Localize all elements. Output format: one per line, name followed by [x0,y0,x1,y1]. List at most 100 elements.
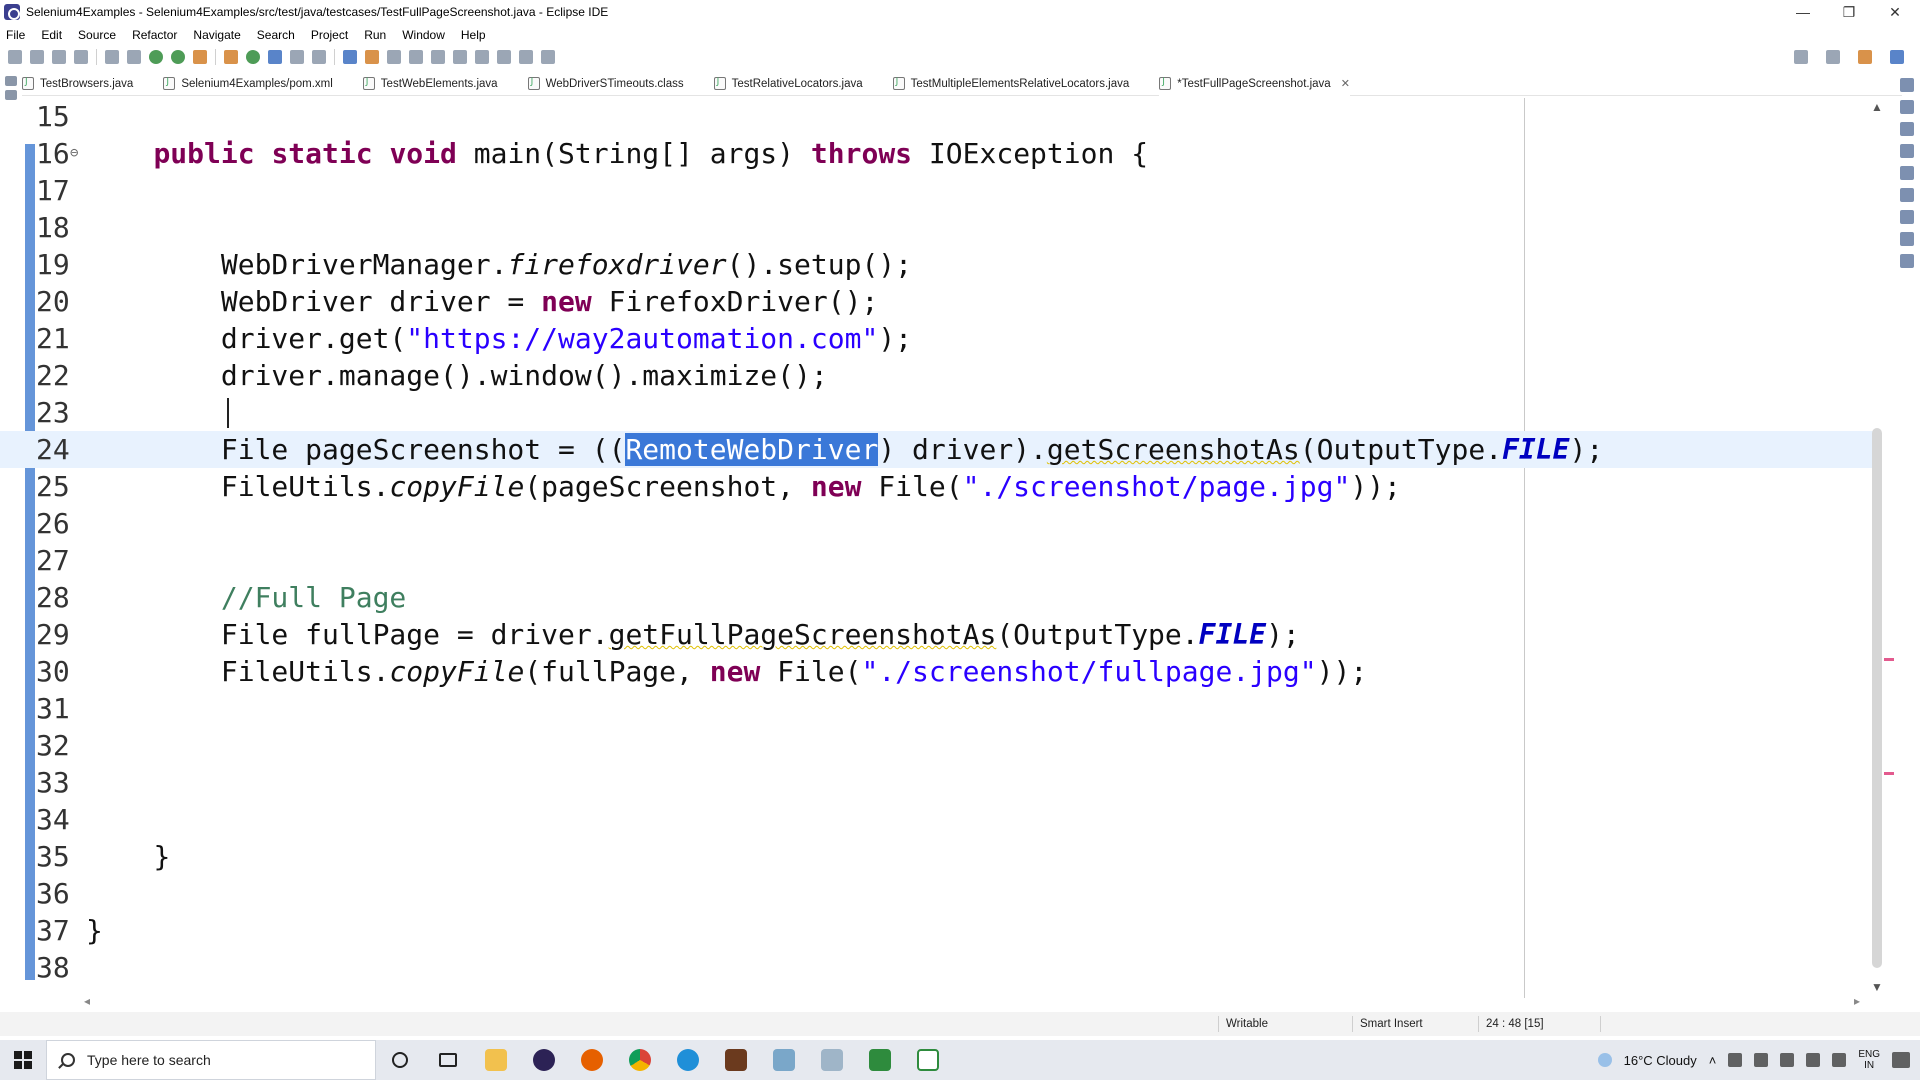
fold-toggle-icon[interactable]: ⊖ [70,135,78,172]
tab-testfullpagescreenshot[interactable]: *TestFullPageScreenshot.java ✕ [1159,71,1350,96]
weather-text[interactable]: 16°C Cloudy [1624,1053,1697,1068]
tab-testbrowsers[interactable]: TestBrowsers.java [22,72,133,96]
menu-edit[interactable]: Edit [41,28,62,42]
menu-project[interactable]: Project [311,28,348,42]
external-tools-icon[interactable] [193,50,207,64]
menu-run[interactable]: Run [364,28,386,42]
tab-testmultipleelements[interactable]: TestMultipleElementsRelativeLocators.jav… [892,72,1129,96]
menu-file[interactable]: File [6,28,25,42]
taskbar-eclipse[interactable] [520,1040,568,1080]
restore-button[interactable]: ❐ [1826,0,1872,24]
menu-refactor[interactable]: Refactor [132,28,177,42]
tab-testwebelements[interactable]: TestWebElements.java [362,72,498,96]
menu-search[interactable]: Search [257,28,295,42]
back-icon[interactable] [497,50,511,64]
restore-view-icon[interactable] [5,76,17,86]
language-indicator[interactable]: ENG IN [1858,1049,1880,1071]
taskbar-file-explorer[interactable] [472,1040,520,1080]
last-edit-location-icon[interactable] [475,50,489,64]
scroll-right-icon[interactable]: ▸ [1854,994,1860,1008]
tab-pom[interactable]: Selenium4Examples/pom.xml [163,72,333,96]
search-icon[interactable] [1794,50,1808,64]
line-number: 32 [36,729,70,762]
device-icon[interactable] [1728,1053,1743,1067]
editor-tab-bar: TestBrowsers.java Selenium4Examples/pom.… [22,71,1902,96]
chevron-up-icon[interactable]: ˄ [1709,1053,1717,1068]
eclipse-icon [533,1049,555,1071]
new-java-project-icon[interactable] [224,50,238,64]
scroll-left-icon[interactable]: ◂ [84,994,90,1008]
minimize-button[interactable]: — [1780,0,1826,24]
toggle-mark-occurrences-icon[interactable] [343,50,357,64]
show-whitespace-icon[interactable] [409,50,423,64]
taskbar-app-5[interactable] [904,1040,952,1080]
close-window-button[interactable]: ✕ [1872,0,1918,24]
tab-label: TestRelativeLocators.java [731,77,863,90]
microphone-icon[interactable] [1754,1053,1769,1067]
new-icon[interactable] [8,50,22,64]
battery-icon[interactable] [1780,1053,1795,1067]
open-perspective-icon[interactable] [1826,50,1840,64]
notification-icon[interactable] [1892,1052,1910,1068]
close-tab-icon[interactable]: ✕ [1341,77,1350,90]
next-annotation-icon[interactable] [431,50,445,64]
menu-window[interactable]: Window [402,28,445,42]
save-icon[interactable] [30,50,44,64]
run-icon[interactable] [149,50,163,64]
previous-annotation-icon[interactable] [453,50,467,64]
code-line-34: 34 [0,801,1880,838]
save-all-icon[interactable] [52,50,66,64]
new-java-class-icon[interactable] [246,50,260,64]
code-line-20: 20 WebDriver driver = new FirefoxDriver(… [0,283,1880,320]
menu-help[interactable]: Help [461,28,486,42]
cortana-button[interactable] [376,1040,424,1080]
taskbar-app-4[interactable] [856,1040,904,1080]
minimize-view-icon[interactable] [1900,78,1914,92]
progress-icon[interactable] [1900,210,1914,224]
search-view-icon[interactable] [1900,232,1914,246]
debug-icon[interactable] [127,50,141,64]
taskbar-firefox[interactable] [568,1040,616,1080]
open-type-icon[interactable] [268,50,282,64]
outline-icon[interactable] [1900,100,1914,114]
taskbar-search-box[interactable]: Type here to search [46,1040,376,1080]
taskbar-app-1[interactable] [712,1040,760,1080]
volume-icon[interactable] [1832,1053,1847,1067]
coverage-icon[interactable] [171,50,185,64]
open-task-icon[interactable] [290,50,304,64]
task-list-icon[interactable] [1900,122,1914,136]
forward-icon[interactable] [519,50,533,64]
java-perspective-icon[interactable] [1890,50,1904,64]
tab-webdrivertimeouts[interactable]: WebDriverSTimeouts.class [527,72,684,96]
scroll-up-icon[interactable]: ▲ [1871,100,1883,114]
code-editor[interactable]: 15 16 ⊖ public static void main(String[] … [0,98,1895,998]
tab-testrelativelocators[interactable]: TestRelativeLocators.java [713,72,863,96]
servers-icon[interactable] [1900,254,1914,268]
problems-icon[interactable] [1900,166,1914,180]
pin-editor-icon[interactable] [541,50,555,64]
print-icon[interactable] [74,50,88,64]
start-button[interactable] [0,1040,46,1080]
scroll-down-icon[interactable]: ▼ [1871,980,1883,994]
scrollbar-thumb[interactable] [1872,428,1882,968]
java-ee-perspective-icon[interactable] [1858,50,1872,64]
console-icon[interactable] [1900,188,1914,202]
taskbar-app-2[interactable] [760,1040,808,1080]
taskbar-edge[interactable] [664,1040,712,1080]
menu-source[interactable]: Source [78,28,116,42]
overview-warning-marker[interactable] [1884,772,1894,775]
taskbar-chrome[interactable] [616,1040,664,1080]
vertical-scrollbar[interactable]: ▲ ▼ [1868,98,1886,998]
overview-warning-marker[interactable] [1884,658,1894,661]
menu-navigate[interactable]: Navigate [193,28,240,42]
hierarchy-icon[interactable] [1900,144,1914,158]
search-toolbar-icon[interactable] [312,50,326,64]
taskbar-app-3[interactable] [808,1040,856,1080]
task-view-button[interactable] [424,1040,472,1080]
language-code: ENG [1858,1049,1880,1060]
toggle-breadcrumb-icon[interactable] [365,50,379,64]
network-icon[interactable] [1806,1053,1821,1067]
skip-breakpoints-icon[interactable] [105,50,119,64]
toggle-block-selection-icon[interactable] [387,50,401,64]
horizontal-scrollbar[interactable]: ◂ ▸ [80,994,1860,1010]
